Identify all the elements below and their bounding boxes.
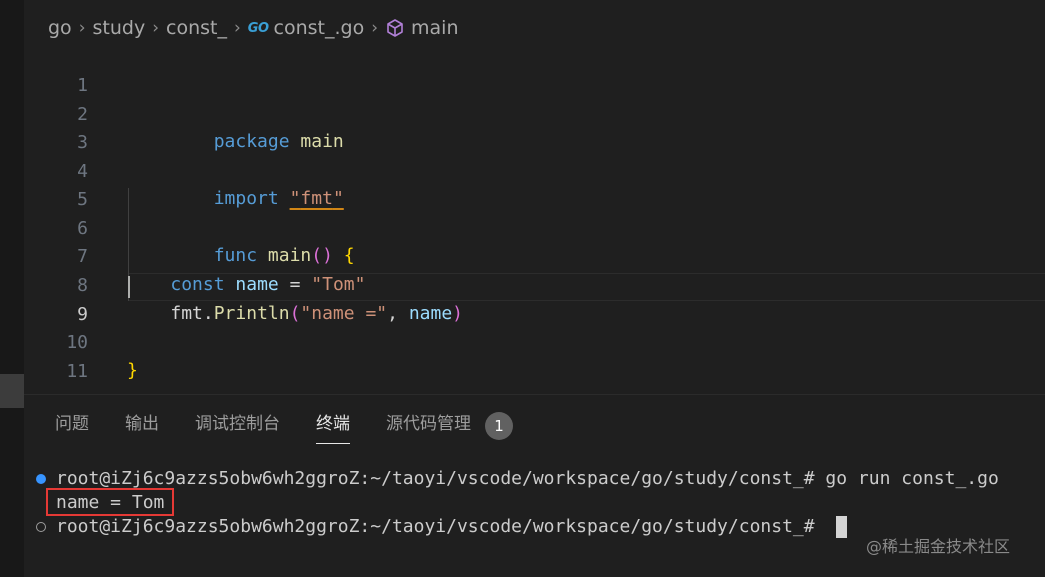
tab-problems[interactable]: 问题	[55, 408, 89, 444]
activity-bar	[0, 0, 24, 577]
chevron-right-icon: ›	[78, 18, 86, 38]
terminal-prompt-line[interactable]: root@iZj6c9azzs5obw6wh2ggroZ:~/taoyi/vsc…	[56, 515, 825, 539]
terminal-output-line: name = Tom	[56, 492, 165, 513]
tab-output[interactable]: 输出	[125, 408, 159, 444]
code-line: 2	[24, 73, 1045, 125]
breadcrumb-item-const-folder[interactable]: const_	[166, 17, 227, 39]
breadcrumb-item-go[interactable]: go	[48, 17, 72, 39]
vscode-window: go › study › const_ › GO const_.go › mai…	[0, 0, 1045, 577]
code-line: 3 import "fmt"	[24, 101, 1045, 209]
code-line: 6	[24, 187, 1045, 239]
code-line: 8 fmt.Println("name =", name)	[24, 244, 1045, 324]
terminal-line: root@iZj6c9azzs5obw6wh2ggroZ:~/taoyi/vsc…	[56, 468, 999, 489]
line-number: 11	[66, 361, 88, 382]
activity-bar-active-item[interactable]	[0, 374, 24, 408]
code-line: 4	[24, 130, 1045, 182]
tab-terminal[interactable]: 终端	[316, 408, 350, 444]
panel-divider	[24, 394, 1045, 395]
code-line: 10 }	[24, 301, 1045, 381]
code-line: 7 const name = "Tom"	[24, 215, 1045, 295]
code-line: 1 package main	[24, 44, 1045, 152]
code-line: 11	[24, 330, 1045, 382]
brace-token: }	[127, 360, 138, 381]
breadcrumb-item-file[interactable]: const_.go	[274, 17, 365, 39]
chevron-right-icon: ›	[371, 18, 379, 38]
code-editor[interactable]: 1 package main 2 3 import "fmt" 4 5 func…	[24, 44, 1045, 382]
code-line: 5 func main() {	[24, 158, 1045, 266]
panel-tab-bar: 问题 输出 调试控制台 终端 源代码管理 1	[55, 408, 513, 444]
chevron-right-icon: ›	[152, 18, 160, 38]
source-control-badge: 1	[485, 412, 513, 440]
terminal-cursor	[836, 516, 847, 538]
cube-icon	[387, 19, 403, 37]
watermark: @稀土掘金技术社区	[866, 537, 1011, 556]
code-line: 9	[24, 273, 1045, 325]
tab-source-control[interactable]: 源代码管理	[386, 408, 471, 444]
breadcrumb-item-symbol[interactable]: main	[411, 17, 458, 39]
command-success-dot-icon[interactable]	[36, 474, 46, 484]
breadcrumb: go › study › const_ › GO const_.go › mai…	[48, 14, 459, 42]
tab-debug-console[interactable]: 调试控制台	[195, 408, 280, 444]
breadcrumb-item-study[interactable]: study	[93, 17, 146, 39]
chevron-right-icon: ›	[233, 18, 241, 38]
go-file-icon: GO	[247, 20, 269, 36]
command-pending-dot-icon[interactable]	[36, 522, 46, 532]
